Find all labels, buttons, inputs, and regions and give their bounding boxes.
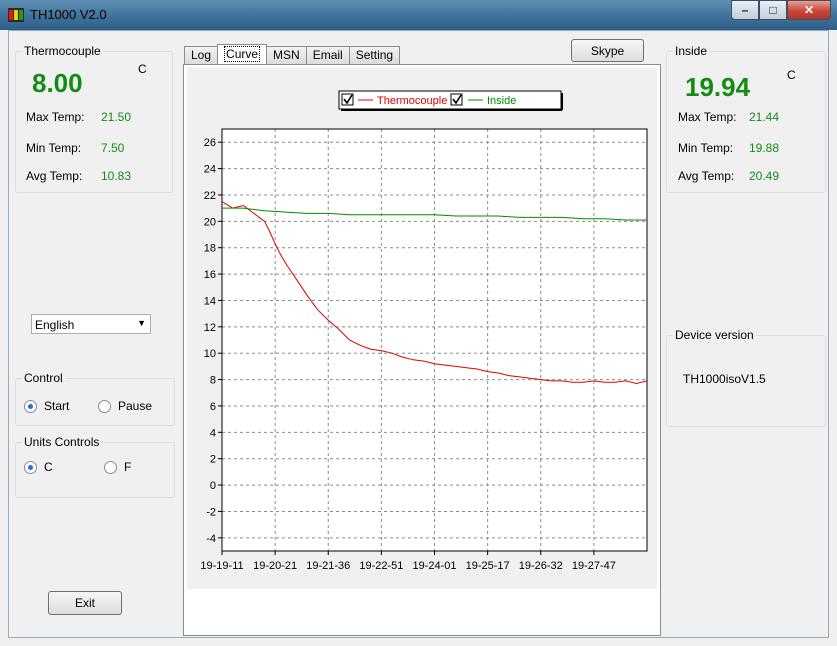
- fahrenheit-label: F: [124, 460, 132, 474]
- legend-inside-checkbox[interactable]: [450, 93, 463, 106]
- x-tick-label: 19-21-36: [306, 560, 350, 572]
- pause-radio[interactable]: Pause: [98, 399, 152, 413]
- celsius-label: C: [44, 460, 53, 474]
- legend-thermocouple-checkbox[interactable]: [341, 93, 354, 106]
- inside-value: 19.94: [685, 72, 751, 102]
- x-tick-label: 19-26-32: [519, 560, 563, 572]
- thermocouple-min-value: 7.50: [101, 141, 125, 155]
- main-window: Thermocouple 8.00 C Max Temp: 21.50 Min …: [8, 30, 829, 638]
- chevron-down-icon: ▼: [137, 318, 146, 328]
- tab-log[interactable]: Log: [184, 46, 219, 64]
- maximize-icon: □: [769, 3, 777, 17]
- thermocouple-unit: C: [138, 62, 147, 76]
- inside-avg-value: 20.49: [749, 169, 780, 183]
- x-tick-label: 19-25-17: [466, 560, 510, 572]
- fahrenheit-radio[interactable]: F: [104, 460, 131, 474]
- inside-max-value: 21.44: [749, 110, 780, 124]
- title-bar: TH1000 V2.0 – □ ✕: [0, 0, 837, 30]
- app-icon: [8, 8, 24, 22]
- minimize-icon: –: [741, 3, 749, 17]
- tab-msn[interactable]: MSN: [266, 46, 307, 64]
- y-tick-label: 0: [210, 480, 216, 492]
- tab-log-label: Log: [191, 48, 212, 62]
- tab-strip: Log Curve MSN Email Setting: [184, 44, 401, 64]
- plot-area: 26242220181614121086420-2-419-19-11 19-20…: [200, 128, 648, 572]
- x-tick-label: 19-20-21: [253, 560, 297, 572]
- inside-avg-label: Avg Temp:: [678, 169, 735, 183]
- inside-group-label: Inside: [673, 44, 710, 58]
- close-icon: ✕: [803, 3, 815, 17]
- minimize-button[interactable]: –: [731, 0, 759, 20]
- skype-button[interactable]: Skype: [571, 39, 644, 62]
- language-selected: English: [35, 318, 75, 332]
- language-select[interactable]: English ▼: [31, 314, 151, 334]
- y-tick-label: 22: [204, 190, 216, 202]
- y-tick-label: -2: [206, 506, 216, 518]
- thermocouple-group-label: Thermocouple: [22, 44, 103, 58]
- radio-circle-icon: [24, 399, 37, 413]
- inside-group: Inside 19.94 C Max Temp: 21.44 Min Temp:…: [666, 44, 826, 193]
- temperature-chart: Thermocouple Inside 26242220181614121086…: [200, 90, 648, 572]
- legend-inside-label: Inside: [487, 95, 516, 107]
- tab-email[interactable]: Email: [305, 46, 350, 64]
- thermocouple-group: Thermocouple 8.00 C Max Temp: 21.50 Min …: [15, 44, 173, 193]
- thermocouple-max-label: Max Temp:: [26, 110, 85, 124]
- tab-curve-label: Curve: [224, 46, 261, 62]
- curve-tab-page: Thermocouple Inside 26 24 22 20 18 16 14 12 10 8 6…: [183, 64, 661, 636]
- device-version-value: TH1000isoV1.5: [683, 372, 766, 386]
- maximize-button[interactable]: □: [759, 0, 787, 20]
- inside-min-value: 19.88: [749, 141, 780, 155]
- tab-msn-label: MSN: [273, 48, 300, 62]
- thermocouple-avg-label: Avg Temp:: [26, 169, 83, 183]
- control-group: Control Start Pause: [15, 371, 175, 426]
- tab-curve[interactable]: Curve: [217, 44, 268, 64]
- pause-label: Pause: [118, 399, 153, 413]
- thermocouple-max-value: 21.50: [101, 110, 132, 124]
- chart-legend: Thermocouple Inside: [338, 90, 563, 111]
- exit-button[interactable]: Exit: [48, 591, 122, 615]
- x-tick-label: 19-27-47: [572, 560, 616, 572]
- y-tick-label: 24: [204, 164, 216, 176]
- tab-email-label: Email: [312, 48, 343, 62]
- y-tick-label: 10: [204, 348, 216, 360]
- y-tick-label: -4: [206, 533, 216, 545]
- start-radio[interactable]: Start: [24, 399, 69, 413]
- x-tick-label: 19-24-01: [412, 560, 456, 572]
- radio-circle-icon: [24, 460, 37, 474]
- thermocouple-avg-value: 10.83: [101, 169, 132, 183]
- radio-circle-icon: [104, 460, 117, 474]
- units-group: Units Controls C F: [15, 435, 175, 498]
- y-tick-label: 18: [204, 243, 216, 255]
- radio-circle-icon: [98, 399, 111, 413]
- chart-area: Thermocouple Inside 26 24 22 20 18 16 14 12 10 8 6…: [187, 67, 657, 589]
- y-tick-label: 20: [204, 216, 216, 228]
- y-tick-label: 4: [210, 427, 216, 439]
- y-tick-label: 26: [204, 137, 216, 149]
- tab-setting[interactable]: Setting: [348, 46, 401, 64]
- inside-min-label: Min Temp:: [678, 141, 734, 155]
- y-tick-label: 2: [210, 454, 216, 466]
- celsius-radio[interactable]: C: [24, 460, 53, 474]
- y-tick-label: 16: [204, 269, 216, 281]
- y-tick-label: 6: [210, 401, 216, 413]
- thermocouple-value: 8.00: [32, 68, 83, 98]
- start-label: Start: [44, 399, 70, 413]
- device-version-group: Device version TH1000isoV1.5: [666, 328, 826, 427]
- inside-max-label: Max Temp:: [678, 110, 737, 124]
- inside-unit: C: [787, 68, 796, 82]
- y-tick-label: 8: [210, 375, 216, 387]
- device-version-label: Device version: [673, 328, 756, 342]
- control-group-label: Control: [22, 371, 65, 385]
- units-group-label: Units Controls: [22, 435, 102, 449]
- x-tick-label: 19-22-51: [359, 560, 403, 572]
- y-tick-label: 14: [204, 295, 216, 307]
- close-button[interactable]: ✕: [787, 0, 831, 20]
- y-tick-label: 12: [204, 322, 216, 334]
- window-title: TH1000 V2.0: [30, 7, 107, 22]
- legend-thermocouple-label: Thermocouple: [377, 95, 447, 107]
- tab-setting-label: Setting: [355, 48, 394, 62]
- thermocouple-min-label: Min Temp:: [26, 141, 82, 155]
- x-tick-label: 19-19-11: [200, 560, 243, 572]
